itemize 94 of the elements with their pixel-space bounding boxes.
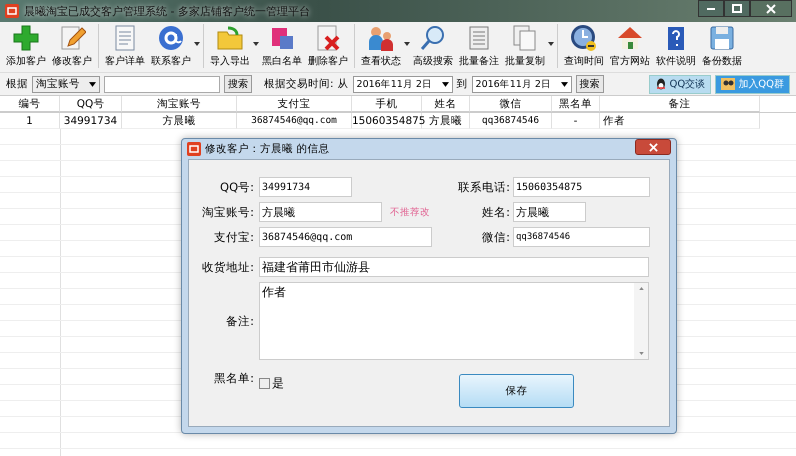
penguin-icon [654,78,666,90]
table-cell: - [552,113,600,129]
minimize-icon [707,8,715,10]
field-label: 联系电话: [457,180,510,194]
column-header[interactable]: 黑名单 [552,96,600,112]
search-icon [419,24,447,52]
toolbar-button[interactable]: 查看状态 [358,24,404,68]
house-icon [616,24,644,52]
close-icon [648,142,658,152]
field-label: 黑名单: [213,371,254,386]
caret-icon[interactable] [194,42,200,46]
field-label: 淘宝账号: [201,204,254,220]
maximize-button[interactable] [724,0,750,17]
qq-field[interactable]: 34991734 [259,177,352,197]
column-header[interactable]: 备注 [600,96,760,112]
toolbar-button[interactable]: 黑白名单 [259,24,305,68]
clock-icon [570,24,598,52]
table-cell: 34991734 [60,113,122,129]
date-label: 根据交易时间: [264,77,334,91]
name-field[interactable]: 方晨曦 [513,202,586,222]
from-date-picker[interactable]: 2016年11月 2日 [352,76,453,92]
toolbar-button[interactable]: 批量备注 [456,24,502,68]
caret-icon [560,82,568,86]
search-by-label: 根据 [6,77,28,91]
address-field[interactable]: 福建省莆田市仙游县 [259,257,649,277]
toolbar-button[interactable]: 备份数据 [699,24,745,68]
from-label: 从 [338,77,349,91]
field-label: 微信: [481,230,510,244]
taobao-account-field[interactable]: 方晨曦 [259,202,382,222]
to-label: 到 [456,77,468,91]
close-icon [766,4,776,14]
toolbar-button[interactable]: 软件说明 [653,24,699,68]
table-cell: 方晨曦 [122,113,237,129]
memo-field[interactable]: 作者 [259,282,649,360]
blacklist-checkbox[interactable]: 是 [259,375,439,392]
table-cell: 15060354875 [352,113,422,129]
caret-icon[interactable] [404,42,410,46]
close-button[interactable] [750,0,792,17]
table-cell: 36874546@qq.com [237,113,352,129]
alipay-field[interactable]: 36874546@qq.com [259,227,432,247]
toolbar-button[interactable]: 高级搜索 [410,24,456,68]
scroll-down-icon[interactable] [638,352,644,355]
search-input[interactable] [104,76,220,92]
column-header[interactable]: 支付宝 [237,96,352,112]
toolbar-button[interactable]: 查询时间 [561,24,607,68]
search-field-dropdown[interactable]: 淘宝账号 [32,76,100,92]
toolbar-button[interactable]: 批量复制 [502,24,548,68]
toolbar-button[interactable]: 添加客户 [3,24,49,68]
toolbar-button[interactable]: 删除客户 [305,24,351,68]
dialog-title: 修改客户：方晨曦 的信息 [205,142,330,156]
phone-field[interactable]: 15060354875 [513,177,650,197]
field-label: 收货地址: [201,260,254,274]
folder-icon [216,24,244,52]
caret-icon [442,82,449,86]
toolbar-button[interactable]: 客户详单 [102,24,148,68]
plus-icon [12,24,40,52]
minimize-button[interactable] [698,0,724,17]
toolbar-button[interactable]: 修改客户 [49,24,95,68]
close-button[interactable] [635,139,671,155]
caret-icon[interactable] [548,42,554,46]
warning-hint: 不推荐改 [390,206,430,218]
group-icon [721,78,736,90]
caret-icon[interactable] [253,42,259,46]
column-header[interactable]: 淘宝账号 [122,96,237,112]
app-icon [187,142,201,156]
scroll-up-icon[interactable] [638,287,644,290]
field-label: QQ号: [219,180,254,194]
at-sign-icon [157,24,185,52]
scrollbar[interactable] [634,283,648,359]
app-icon [5,4,19,18]
table-cell: 作者 [600,113,760,129]
table-cell: 1 [0,113,60,129]
toolbar-button[interactable]: 联系客户 [148,24,194,68]
column-header[interactable]: 手机 [352,96,422,112]
field-label: 备注: [225,314,254,328]
toolbar-button[interactable]: 导入导出 [207,24,253,68]
field-label: 姓名: [481,204,510,220]
wechat-field[interactable]: qq36874546 [513,227,650,247]
maximize-icon [732,4,742,14]
window-title: 晨曦淘宝已成交客户管理系统 - 多家店铺客户统一管理平台 [24,4,310,18]
column-header[interactable]: 姓名 [422,96,470,112]
table-cell: qq36874546 [470,113,552,129]
search-button[interactable]: 搜索 [224,75,252,93]
date-search-button[interactable]: 搜索 [576,75,604,93]
field-label: 支付宝: [213,230,254,244]
toolbar-button[interactable]: 官方网站 [607,24,653,68]
column-header[interactable]: 编号 [0,96,60,112]
people-icon [367,24,395,52]
caret-icon [89,82,96,86]
qq-chat-button[interactable]: QQ交谈 [648,74,712,94]
save-button[interactable]: 保存 [459,374,574,408]
to-date-picker[interactable]: 2016年11月 2日 [472,76,572,92]
column-header[interactable]: 微信 [470,96,552,112]
column-header[interactable]: QQ号 [60,96,122,112]
